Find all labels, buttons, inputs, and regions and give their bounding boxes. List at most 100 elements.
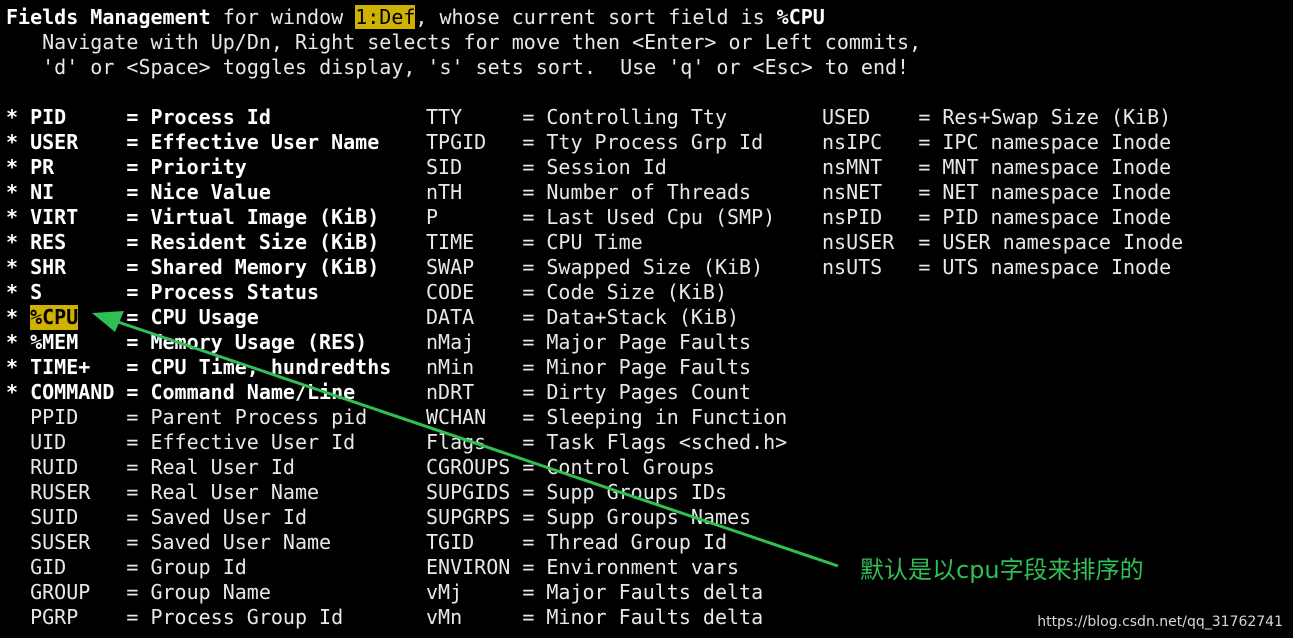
field-description: Session Id xyxy=(546,155,667,179)
field-separator: = xyxy=(918,205,931,229)
field-display-mark: * xyxy=(6,230,19,254)
field-description: Minor Page Faults xyxy=(546,355,752,379)
field-name: UID xyxy=(30,430,67,454)
field-description: CPU Time xyxy=(546,230,643,254)
field-name: nDRT xyxy=(426,380,475,404)
field-description: CPU Usage xyxy=(150,305,259,329)
field-name: GROUP xyxy=(30,580,91,604)
field-description: Task Flags <sched.h> xyxy=(546,430,788,454)
field-description: Last Used Cpu (SMP) xyxy=(546,205,776,229)
field-description: Effective User Name xyxy=(150,130,380,154)
field-description: Number of Threads xyxy=(546,180,752,204)
field-display-mark xyxy=(6,455,18,480)
field-separator: = xyxy=(126,580,139,604)
field-separator: = xyxy=(522,505,535,529)
field-description: Priority xyxy=(150,155,247,179)
field-separator: = xyxy=(126,355,139,379)
field-separator: = xyxy=(522,105,535,129)
field-description: Parent Process pid xyxy=(150,405,368,429)
field-name: WCHAN xyxy=(426,405,487,429)
field-name: SHR xyxy=(30,255,67,279)
field-separator: = xyxy=(522,480,535,504)
field-separator: = xyxy=(522,580,535,604)
field-name: TTY xyxy=(426,105,463,129)
field-description: Controlling Tty xyxy=(546,105,728,129)
field-name: nsPID xyxy=(822,205,883,229)
field-separator: = xyxy=(522,255,535,279)
field-name: ENVIRON xyxy=(426,555,511,579)
field-separator: = xyxy=(918,155,931,179)
field-separator: = xyxy=(918,230,931,254)
field-separator: = xyxy=(126,530,139,554)
field-separator: = xyxy=(126,230,139,254)
field-display-mark: * xyxy=(6,155,19,179)
field-description: Real User Name xyxy=(150,480,320,504)
field-description: IPC namespace Inode xyxy=(942,130,1172,154)
field-separator: = xyxy=(126,480,139,504)
watermark: https://blog.csdn.net/qq_31762741 xyxy=(1037,614,1283,630)
field-name: RUID xyxy=(30,455,79,479)
field-description: NET namespace Inode xyxy=(942,180,1172,204)
field-name: nsUTS xyxy=(822,255,883,279)
field-name: PPID xyxy=(30,405,79,429)
field-description: Virtual Image (KiB) xyxy=(150,205,380,229)
field-separator: = xyxy=(522,155,535,179)
field-name: Flags xyxy=(426,430,487,454)
help-line-1: Navigate with Up/Dn, Right selects for m… xyxy=(6,30,922,54)
field-separator: = xyxy=(126,280,139,304)
field-separator: = xyxy=(522,555,535,579)
field-description: Memory Usage (RES) xyxy=(150,330,368,354)
field-name: VIRT xyxy=(30,205,79,229)
field-description: Environment vars xyxy=(546,555,740,579)
field-name: nsUSER xyxy=(822,230,895,254)
field-description: Dirty Pages Count xyxy=(546,380,752,404)
field-description: Process Status xyxy=(150,280,320,304)
field-name: nMin xyxy=(426,355,475,379)
field-name: SUPGRPS xyxy=(426,505,511,529)
field-name: PID xyxy=(30,105,67,129)
field-display-mark xyxy=(6,580,18,605)
field-separator: = xyxy=(522,530,535,554)
field-name: TPGID xyxy=(426,130,487,154)
field-name: P xyxy=(426,205,439,229)
field-name: PR xyxy=(30,155,55,179)
field-description: Supp Groups Names xyxy=(546,505,752,529)
field-name: NI xyxy=(30,180,55,204)
field-separator: = xyxy=(918,105,931,129)
field-separator: = xyxy=(522,605,535,629)
field-description: Real User Id xyxy=(150,455,295,479)
field-description: Saved User Name xyxy=(150,530,332,554)
field-description: Nice Value xyxy=(150,180,271,204)
field-description: Thread Group Id xyxy=(546,530,728,554)
field-name: RES xyxy=(30,230,67,254)
field-name: S xyxy=(30,280,43,304)
field-name: %MEM xyxy=(30,330,79,354)
field-name: SUID xyxy=(30,505,79,529)
field-description: UTS namespace Inode xyxy=(942,255,1172,279)
field-name: %CPU xyxy=(30,305,79,330)
terminal-window[interactable]: Fields Management for window 1:Def, whos… xyxy=(0,0,1293,638)
field-description: Tty Process Grp Id xyxy=(546,130,764,154)
field-display-mark: * xyxy=(6,380,19,404)
header-title-rest: , whose current sort field is xyxy=(415,5,777,29)
field-separator: = xyxy=(126,305,139,329)
field-display-mark: * xyxy=(6,180,19,204)
field-name: nMaj xyxy=(426,330,475,354)
window-name-badge: 1:Def xyxy=(355,5,416,29)
field-separator: = xyxy=(522,355,535,379)
field-separator: = xyxy=(522,455,535,479)
field-display-mark xyxy=(6,555,18,580)
field-display-mark: * xyxy=(6,305,19,329)
field-description: Control Groups xyxy=(546,455,715,479)
field-name: nsIPC xyxy=(822,130,883,154)
field-description: CPU Time, hundredths xyxy=(150,355,392,379)
field-description: Res+Swap Size (KiB) xyxy=(942,105,1172,129)
field-name: nTH xyxy=(426,180,463,204)
field-name: COMMAND xyxy=(30,380,115,404)
field-display-mark: * xyxy=(6,130,19,154)
field-name: SWAP xyxy=(426,255,475,279)
field-separator: = xyxy=(918,180,931,204)
field-description: Effective User Id xyxy=(150,430,356,454)
field-display-mark: * xyxy=(6,205,19,229)
field-display-mark: * xyxy=(6,105,19,129)
